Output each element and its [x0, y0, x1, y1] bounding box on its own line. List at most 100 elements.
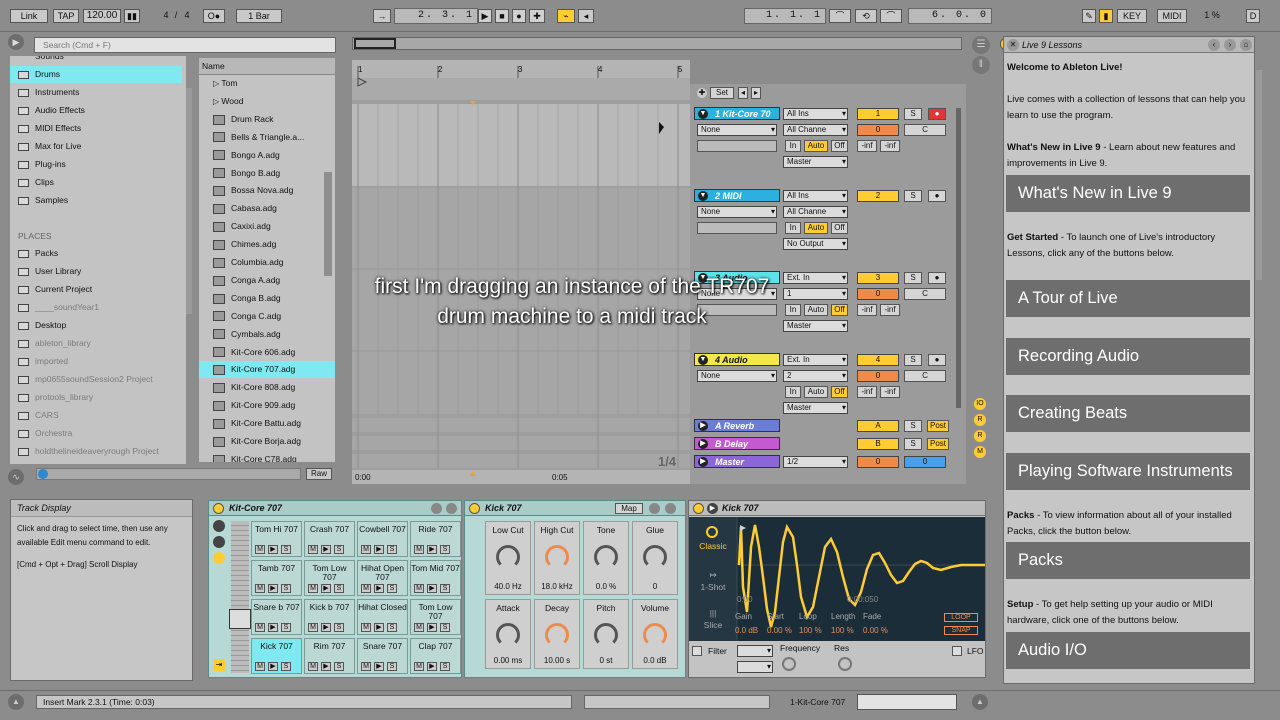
place-item[interactable]: mp0655soundSession2 Project — [10, 371, 186, 388]
master-pan[interactable]: 0 — [904, 456, 946, 468]
tempo-field[interactable]: 120.00 — [83, 9, 121, 23]
map-button[interactable]: Map — [615, 503, 643, 514]
place-item[interactable]: ableton_library — [10, 335, 186, 352]
pad-solo[interactable]: S — [387, 545, 397, 554]
pad-solo[interactable]: S — [281, 584, 291, 593]
pad-mute[interactable]: M — [414, 623, 424, 632]
monitor-auto[interactable]: Auto — [804, 222, 828, 234]
browser-item[interactable]: ▷ Tom — [199, 75, 335, 92]
overview-window[interactable] — [354, 38, 396, 49]
category-instruments[interactable]: Instruments — [10, 84, 186, 101]
add-locator-icon[interactable]: ✚ — [697, 88, 707, 98]
arrange-view-icon[interactable]: ‖ — [972, 56, 990, 74]
drum-pad[interactable]: Tom Hi 707 M ▶ S — [251, 521, 302, 557]
midi-map-button[interactable]: MIDI — [1157, 9, 1187, 23]
tap-button[interactable]: TAP — [53, 9, 79, 23]
input-icon[interactable]: ⇥ — [213, 659, 225, 671]
macro-knob[interactable]: Glue 0 — [632, 521, 678, 595]
browser-item[interactable]: Caxixi.adg — [199, 218, 335, 235]
creating-beats-button[interactable]: Creating Beats — [1006, 395, 1250, 432]
monitor-in[interactable]: In — [785, 386, 801, 398]
browser-item[interactable]: Kit-Core Battu.adg — [199, 415, 335, 432]
track-header-2[interactable]: ▼ 2 MIDI — [694, 189, 780, 202]
master-header[interactable]: ▶ Master — [694, 455, 780, 468]
macro-knob[interactable]: Tone 0.0 % — [583, 521, 629, 595]
play-button[interactable]: ▶ — [478, 9, 492, 23]
pad-play-icon[interactable]: ▶ — [321, 623, 331, 632]
pad-play-icon[interactable]: ▶ — [268, 623, 278, 632]
place-item[interactable]: CARS — [10, 407, 186, 424]
loop-toggle[interactable]: LOOP — [944, 613, 978, 622]
next-locator[interactable]: ▸ — [751, 87, 761, 99]
macro-icon[interactable] — [213, 536, 225, 548]
output-select[interactable]: Master — [783, 156, 848, 168]
track-header-4[interactable]: ▼ 4 Audio — [694, 353, 780, 366]
pad-mute[interactable]: M — [414, 584, 424, 593]
close-icon[interactable]: ✕ — [1007, 39, 1019, 51]
tour-of-live-button[interactable]: A Tour of Live — [1006, 280, 1250, 317]
pad-solo[interactable]: S — [281, 662, 291, 671]
monitor-auto[interactable]: Auto — [804, 140, 828, 152]
snap-toggle[interactable]: SNAP — [944, 626, 978, 635]
fold-icon[interactable]: ▶ — [698, 457, 708, 467]
browser-item[interactable]: Conga C.adg — [199, 308, 335, 325]
input-type-select[interactable]: All Ins — [783, 108, 848, 120]
packs-button[interactable]: Packs — [1006, 542, 1250, 579]
place-user-library[interactable]: User Library — [10, 263, 186, 280]
pad-mute[interactable]: M — [255, 623, 265, 632]
pad-solo[interactable]: S — [387, 662, 397, 671]
place-packs[interactable]: Packs — [10, 245, 186, 262]
browser-item[interactable]: Cymbals.adg — [199, 326, 335, 343]
pad-mute[interactable]: M — [308, 623, 318, 632]
sends-toggle-icon[interactable]: R — [974, 414, 986, 426]
session-view-icon[interactable]: ☰ — [972, 36, 990, 54]
pad-mute[interactable]: M — [361, 623, 371, 632]
headphones-icon[interactable]: ∿ — [8, 469, 24, 485]
fold-icon[interactable]: ▼ — [698, 191, 708, 201]
browser-item[interactable]: Conga A.adg — [199, 272, 335, 289]
follow-button[interactable]: → — [373, 9, 391, 23]
preview-icon[interactable] — [38, 469, 48, 479]
pan-field[interactable]: C — [904, 288, 946, 300]
category-samples[interactable]: Samples — [10, 192, 186, 209]
search-input[interactable]: Search (Cmd + F) — [34, 37, 336, 53]
macro-knob[interactable]: High Cut 18.0 kHz — [534, 521, 580, 595]
drum-pad[interactable]: Ride 707 M ▶ S — [410, 521, 461, 557]
pencil-icon[interactable]: ✎ — [1082, 9, 1096, 23]
quantize-select[interactable]: 1 Bar — [236, 9, 282, 23]
forward-icon[interactable]: › — [1224, 39, 1236, 51]
browser-item[interactable]: ▷ Wood — [199, 93, 335, 110]
track-activator[interactable]: 2 — [857, 190, 899, 202]
place-item[interactable]: protools_library — [10, 389, 186, 406]
pad-mute[interactable]: M — [361, 584, 371, 593]
output-select[interactable]: No Output — [783, 238, 848, 250]
overview-bar[interactable] — [352, 37, 962, 50]
browser-item[interactable]: Bongo A.adg — [199, 147, 335, 164]
punch-out-button[interactable]: ⌒ — [880, 9, 902, 23]
pad-play-icon[interactable]: ▶ — [427, 623, 437, 632]
output-select[interactable]: Master — [783, 320, 848, 332]
drum-pad[interactable]: Tom Low 707 M ▶ S — [410, 599, 461, 635]
macro-knob[interactable]: Volume 0.0 dB — [632, 599, 678, 669]
solo-button[interactable]: S — [904, 354, 922, 366]
drum-pad[interactable]: Cowbell 707 M ▶ S — [357, 521, 408, 557]
pad-play-icon[interactable]: ▶ — [321, 584, 331, 593]
back-icon[interactable]: ‹ — [1208, 39, 1220, 51]
input-type-select[interactable]: Ext. In — [783, 272, 848, 284]
pad-solo[interactable]: S — [387, 584, 397, 593]
solo-button[interactable]: S — [904, 108, 922, 120]
whats-new-button[interactable]: What's New in Live 9 — [1006, 175, 1250, 212]
pad-play-icon[interactable]: ▶ — [268, 662, 278, 671]
monitor-in[interactable]: In — [785, 304, 801, 316]
drum-pad[interactable]: Clap 707 M ▶ S — [410, 638, 461, 674]
automation-arm-button[interactable]: ⌁ — [557, 9, 575, 23]
pad-solo[interactable]: S — [334, 584, 344, 593]
macro-knob[interactable]: Low Cut 40.0 Hz — [485, 521, 531, 595]
pad-solo[interactable]: S — [334, 662, 344, 671]
browser-item[interactable]: Kit-Core 909.adg — [199, 397, 335, 414]
post-button[interactable]: Post — [927, 420, 949, 432]
solo-button[interactable]: S — [904, 272, 922, 284]
track-activator[interactable]: 4 — [857, 354, 899, 366]
pad-mute[interactable]: M — [414, 545, 424, 554]
return-b-header[interactable]: ▶ B Delay — [694, 437, 780, 450]
